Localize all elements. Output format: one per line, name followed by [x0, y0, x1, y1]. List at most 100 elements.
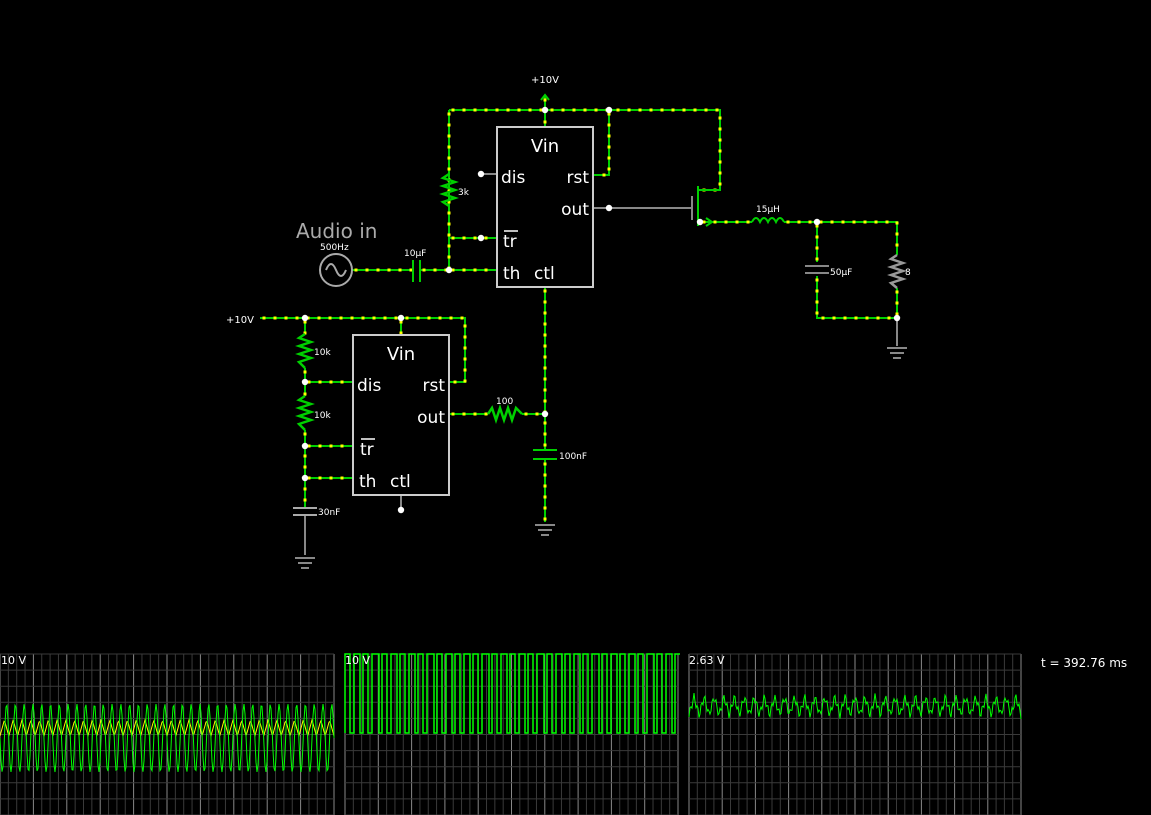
current-dot [543, 333, 547, 337]
current-dot [284, 316, 288, 320]
current-dot [616, 108, 620, 112]
current-dot [543, 366, 547, 370]
current-dot [713, 220, 717, 224]
current-dot [543, 377, 547, 381]
timer2-dis-label: dis [357, 376, 382, 396]
current-dot [854, 316, 858, 320]
source-freq-label: 500Hz [320, 243, 349, 253]
current-dot [422, 268, 426, 272]
wires[interactable] [260, 96, 898, 555]
current-dot [815, 257, 819, 261]
current-dot [303, 487, 307, 491]
current-dot [517, 108, 521, 112]
resistor-100[interactable] [486, 404, 523, 424]
junction-node [477, 234, 485, 242]
capacitor-100nF[interactable] [533, 449, 557, 460]
current-dot [543, 506, 547, 510]
current-dot [387, 268, 391, 272]
resistor-load[interactable] [887, 253, 907, 289]
junction-node [541, 410, 549, 418]
timer2-tr-label: tr [360, 440, 374, 460]
current-dot [815, 235, 819, 239]
resistor-10k-upper[interactable] [295, 332, 315, 369]
current-dot [273, 316, 277, 320]
scope-1[interactable]: 10 V [0, 653, 335, 815]
current-dot [473, 236, 477, 240]
timer2-rst-label: rst [422, 376, 445, 396]
current-dot [607, 167, 611, 171]
current-dot [718, 116, 722, 120]
current-dot [398, 268, 402, 272]
current-dot [463, 324, 467, 328]
current-dot [318, 444, 322, 448]
inductor-label: 15µH [756, 205, 780, 215]
wire-rst1[interactable] [593, 110, 610, 176]
current-dot [328, 316, 332, 320]
current-dot [376, 268, 380, 272]
current-dot [543, 300, 547, 304]
wire-inductor-out[interactable] [784, 221, 898, 255]
scope-2[interactable]: 10 V [344, 653, 680, 815]
current-dot [318, 476, 322, 480]
current-dot [447, 255, 451, 259]
junction-node [893, 314, 901, 322]
mosfet[interactable] [691, 186, 720, 227]
junction-node [397, 506, 405, 514]
current-dot [329, 476, 333, 480]
current-dot [361, 316, 365, 320]
current-dot [594, 108, 598, 112]
resistor-10k-lower[interactable] [295, 394, 315, 431]
current-dot [843, 316, 847, 320]
current-dot [718, 138, 722, 142]
current-dot [786, 220, 790, 224]
current-dot [262, 316, 266, 320]
scope-3[interactable]: 2.63 V [688, 653, 1022, 815]
current-dot [543, 473, 547, 477]
current-dot [561, 108, 565, 112]
current-dot [447, 134, 451, 138]
current-dot [543, 344, 547, 348]
timer-555-bottom[interactable]: Vin dis rst out tr th ctl [352, 334, 450, 496]
timer2-out-label: out [417, 408, 445, 428]
timer1-th-label: th [503, 264, 520, 284]
current-dot [718, 182, 722, 186]
current-dot [852, 220, 856, 224]
capacitor-10uF[interactable] [412, 260, 421, 282]
current-dot [451, 108, 455, 112]
capacitor-50uF[interactable] [805, 265, 829, 274]
junction-node [813, 218, 821, 226]
capacitor-30nF[interactable] [293, 507, 317, 516]
current-dot [463, 357, 467, 361]
current-dot [303, 370, 307, 374]
wire-rail2[interactable] [260, 317, 466, 383]
capacitor-10uF-label: 10µF [404, 249, 426, 259]
inductor-15uH[interactable] [751, 217, 785, 225]
scope-2-grid [344, 653, 679, 815]
current-dot [365, 268, 369, 272]
current-dot [607, 145, 611, 149]
scope-3-grid [688, 653, 1022, 815]
current-dot [340, 476, 344, 480]
current-dot [607, 123, 611, 127]
junction-node [301, 474, 309, 482]
junction-node [696, 218, 704, 226]
current-dot [693, 108, 697, 112]
resistor-100-label: 100 [496, 397, 513, 407]
current-dot [484, 236, 488, 240]
junction-node [605, 106, 613, 114]
current-dot [543, 289, 547, 293]
circuit-canvas[interactable]: Vin dis rst out tr th ctl Vin dis rst ou… [0, 0, 1151, 815]
current-dot [543, 462, 547, 466]
ac-source[interactable] [319, 253, 353, 287]
current-dot [607, 156, 611, 160]
current-dot [303, 465, 307, 469]
current-dot [462, 412, 466, 416]
current-dot [495, 108, 499, 112]
wire-cout-bot[interactable] [816, 276, 897, 319]
current-dot [543, 495, 547, 499]
current-dot [887, 316, 891, 320]
timer-555-top[interactable]: Vin dis rst out tr th ctl [496, 126, 594, 288]
current-dot [885, 220, 889, 224]
current-dot [735, 220, 739, 224]
current-dot [416, 316, 420, 320]
